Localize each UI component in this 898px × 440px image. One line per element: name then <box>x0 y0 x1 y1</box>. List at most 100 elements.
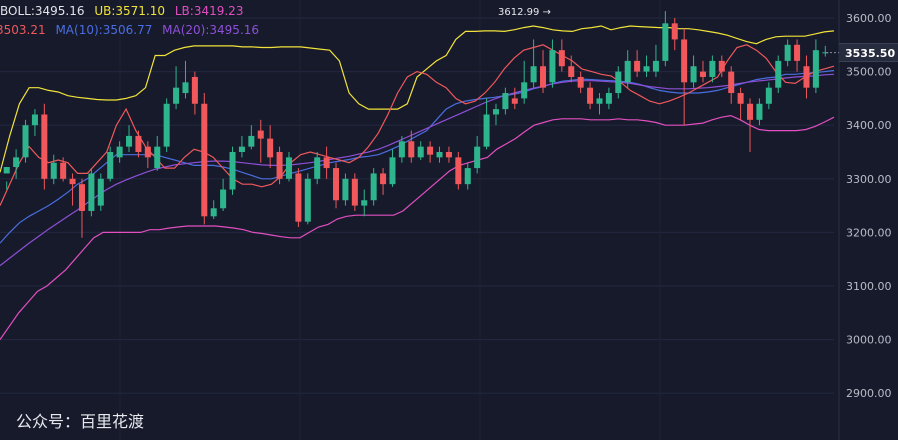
candle-body <box>22 125 29 158</box>
candle-body <box>540 66 547 88</box>
candle <box>276 146 283 185</box>
candle-body <box>643 66 650 72</box>
series-line-ma10 <box>0 69 835 244</box>
candle-body <box>351 178 358 206</box>
candle <box>521 60 528 104</box>
candle <box>220 178 227 211</box>
candle-body <box>380 173 387 185</box>
candle <box>210 200 217 219</box>
candle <box>248 125 255 150</box>
candle <box>643 55 650 77</box>
candle-body <box>812 50 819 88</box>
lb-label: LB: <box>174 4 194 18</box>
candle-body <box>220 189 227 209</box>
candle-body <box>511 98 518 104</box>
candle-body <box>229 152 236 190</box>
boll-value: 3495.16 <box>34 4 85 18</box>
candle-body <box>389 157 396 185</box>
candle-body <box>747 103 754 120</box>
candles-layer <box>3 11 829 238</box>
candle <box>540 50 547 94</box>
ma20-label: MA(20): <box>162 23 210 37</box>
ub-legend: UB:3571.10 <box>94 4 169 18</box>
candle <box>361 189 368 217</box>
y-tick-label: 3400.00 <box>846 119 892 132</box>
candle-body <box>41 114 48 179</box>
candle <box>295 168 302 228</box>
candle-body <box>502 93 509 110</box>
candle <box>31 109 38 136</box>
candle-body <box>144 146 151 158</box>
candle-body <box>455 157 462 185</box>
candle-body <box>88 173 95 211</box>
ma5-legend: 3503.21 <box>0 23 49 37</box>
candle <box>812 39 819 94</box>
ub-label: UB: <box>94 4 116 18</box>
candle-body <box>662 23 669 61</box>
candle-body <box>615 71 622 94</box>
candle-body <box>709 60 716 77</box>
candle-body <box>530 66 537 83</box>
candle <box>577 71 584 94</box>
candle-body <box>568 66 575 77</box>
candle-body <box>784 44 791 61</box>
ma10-legend: MA(10):3506.77 <box>55 23 156 37</box>
candle-body <box>634 60 641 72</box>
candle-body <box>718 60 725 72</box>
legend-row-boll: BOLL:3495.16 UB:3571.10 LB:3419.23 <box>0 4 249 18</box>
candle <box>765 82 772 110</box>
candle <box>427 141 434 163</box>
candle-body <box>699 71 706 77</box>
candle <box>238 135 245 158</box>
candle <box>803 55 810 99</box>
ma10-value: 3506.77 <box>102 23 153 37</box>
candle-body <box>464 168 471 185</box>
candle <box>380 168 387 195</box>
candle-body <box>737 93 744 104</box>
candle <box>314 152 321 185</box>
candle-body <box>587 87 594 104</box>
candle-body <box>248 135 255 147</box>
candle <box>304 173 311 225</box>
chart-container: 3600.00 3500.00 3400.00 3300.00 3200.00 3100.… <box>0 0 898 440</box>
candle-body <box>285 157 292 179</box>
candle-body <box>492 109 499 115</box>
candle-body <box>267 138 274 158</box>
candle <box>126 125 133 152</box>
candle <box>257 119 264 163</box>
candle-body <box>191 76 198 104</box>
candle <box>267 125 274 169</box>
candle <box>370 168 377 206</box>
ma10-label: MA(10): <box>55 23 103 37</box>
candle <box>822 45 829 57</box>
candle-body <box>276 152 283 179</box>
candle <box>558 39 565 72</box>
candle <box>191 71 198 115</box>
candle <box>78 178 85 238</box>
candle <box>474 135 481 174</box>
candle <box>690 55 697 88</box>
candle-body <box>794 44 801 61</box>
candle-body <box>445 152 452 158</box>
ub-value: 3571.10 <box>115 4 166 18</box>
candlestick-chart: 3600.00 3500.00 3400.00 3300.00 3200.00 3100.… <box>0 0 892 440</box>
candle-body <box>370 173 377 201</box>
candle <box>417 141 424 161</box>
candle-body <box>605 93 612 104</box>
candle-body <box>13 157 20 168</box>
candle-body <box>436 152 443 158</box>
candle-body <box>483 114 490 147</box>
candle <box>182 60 189 99</box>
candle <box>652 44 659 77</box>
candle-body <box>314 157 321 179</box>
candle <box>775 55 782 94</box>
candle-body <box>728 71 735 94</box>
candle-body <box>690 66 697 83</box>
candle <box>88 168 95 217</box>
candle <box>323 146 330 179</box>
candle <box>445 146 452 163</box>
boll-legend: BOLL:3495.16 <box>0 4 88 18</box>
candle <box>97 173 104 211</box>
candle-body <box>417 146 424 158</box>
candle-body <box>577 76 584 88</box>
